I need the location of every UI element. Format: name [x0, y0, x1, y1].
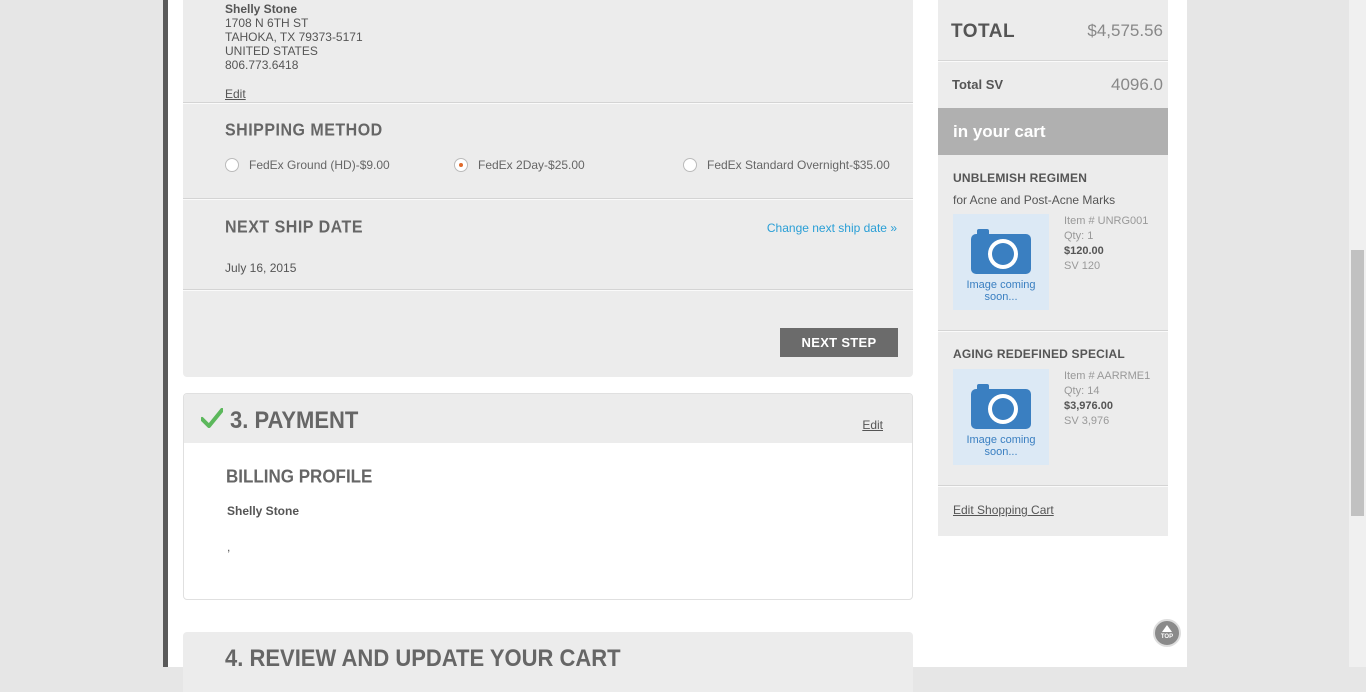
divider [183, 198, 913, 200]
radio-button[interactable] [225, 158, 239, 172]
item-number: Item # UNRG001 [1064, 215, 1149, 227]
cart-header-label: in your cart [953, 122, 1046, 141]
check-icon [201, 408, 223, 428]
sv-label: Total SV [952, 77, 1004, 92]
shipping-section: Shelly Stone 1708 N 6TH ST TAHOKA, TX 79… [183, 0, 913, 377]
back-to-top-button[interactable]: TOP [1153, 619, 1181, 647]
item-title: UNBLEMISH REGIMEN [953, 171, 1088, 185]
top-label: TOP [1160, 634, 1174, 640]
total-label: TOTAL [951, 21, 1016, 42]
billing-name: Shelly Stone [227, 504, 300, 518]
item-image-placeholder: Image coming soon... [953, 369, 1049, 465]
next-ship-date-value: July 16, 2015 [225, 261, 297, 275]
image-coming-soon-text: Image coming soon... [966, 279, 1036, 303]
shipping-option-2day[interactable]: FedEx 2Day-$25.00 [454, 158, 585, 172]
item-sv: SV 120 [1064, 260, 1101, 272]
shipping-option-overnight[interactable]: FedEx Standard Overnight-$35.00 [683, 158, 890, 172]
item-qty: Qty: 14 [1064, 385, 1100, 397]
cart-header: in your cart [938, 108, 1168, 155]
order-summary: TOTAL $4,575.56 Total SV 4096.0 in your … [938, 0, 1168, 536]
radio-button-selected[interactable] [454, 158, 468, 172]
sv-row: Total SV 4096.0 [938, 61, 1168, 107]
billing-profile-title: BILLING PROFILE [226, 466, 373, 487]
address-country: UNITED STATES [225, 44, 318, 58]
next-ship-date-title: NEXT SHIP DATE [225, 218, 363, 237]
divider [938, 330, 1168, 332]
camera-icon [971, 384, 1031, 429]
shipping-option-label: FedEx 2Day-$25.00 [478, 158, 585, 172]
camera-icon [971, 229, 1031, 274]
item-qty: Qty: 1 [1064, 230, 1094, 242]
payment-header: 3. PAYMENT Edit [184, 394, 912, 443]
item-number: Item # AARRME1 [1064, 370, 1151, 382]
shipping-option-label: FedEx Ground (HD)-$9.00 [249, 158, 390, 172]
address-phone: 806.773.6418 [225, 58, 299, 72]
review-section: 4. REVIEW AND UPDATE YOUR CART [183, 632, 913, 692]
address-line2: TAHOKA, TX 79373-5171 [225, 30, 363, 44]
payment-section: 3. PAYMENT Edit BILLING PROFILE Shelly S… [183, 393, 913, 600]
item-details: Item # UNRG001 Qty: 1 $120.00 SV 120 [1064, 214, 1148, 274]
divider [183, 289, 913, 291]
address-line1: 1708 N 6TH ST [225, 16, 309, 30]
divider [938, 485, 1168, 487]
edit-payment-link[interactable]: Edit [862, 418, 883, 432]
arrow-up-icon [1162, 625, 1172, 632]
billing-address-line: , [227, 540, 231, 554]
item-price: $3,976.00 [1064, 400, 1113, 412]
vertical-scrollbar[interactable] [1349, 0, 1366, 667]
radio-button[interactable] [683, 158, 697, 172]
total-value: $4,575.56 [1087, 21, 1163, 40]
review-title: 4. REVIEW AND UPDATE YOUR CART [225, 644, 621, 672]
cart-item: UNBLEMISH REGIMEN for Acne and Post-Acne… [938, 171, 1168, 321]
item-title: AGING REDEFINED SPECIAL [953, 347, 1125, 361]
next-step-button[interactable]: NEXT STEP [780, 328, 898, 357]
shipping-method-title: SHIPPING METHOD [225, 121, 383, 140]
item-sv: SV 3,976 [1064, 415, 1110, 427]
payment-title: 3. PAYMENT [230, 406, 359, 434]
total-row: TOTAL $4,575.56 [938, 0, 1168, 60]
divider [183, 102, 913, 104]
shipping-option-label: FedEx Standard Overnight-$35.00 [707, 158, 890, 172]
item-subtitle: for Acne and Post-Acne Marks [953, 193, 1116, 207]
cart-item: AGING REDEFINED SPECIAL Image coming soo… [938, 347, 1168, 477]
edit-shopping-cart-link[interactable]: Edit Shopping Cart [953, 503, 1054, 517]
item-details: Item # AARRME1 Qty: 14 $3,976.00 SV 3,97… [1064, 369, 1150, 429]
scrollbar-thumb[interactable] [1351, 250, 1364, 516]
address-name: Shelly Stone [225, 2, 298, 16]
change-ship-date-link[interactable]: Change next ship date » [767, 221, 897, 235]
shipping-address: Shelly Stone 1708 N 6TH ST TAHOKA, TX 79… [225, 2, 363, 72]
image-coming-soon-text: Image coming soon... [966, 434, 1036, 458]
shipping-option-ground[interactable]: FedEx Ground (HD)-$9.00 [225, 158, 390, 172]
edit-address-link[interactable]: Edit [225, 87, 246, 101]
item-price: $120.00 [1064, 245, 1104, 257]
sv-value: 4096.0 [1111, 75, 1163, 94]
item-image-placeholder: Image coming soon... [953, 214, 1049, 310]
